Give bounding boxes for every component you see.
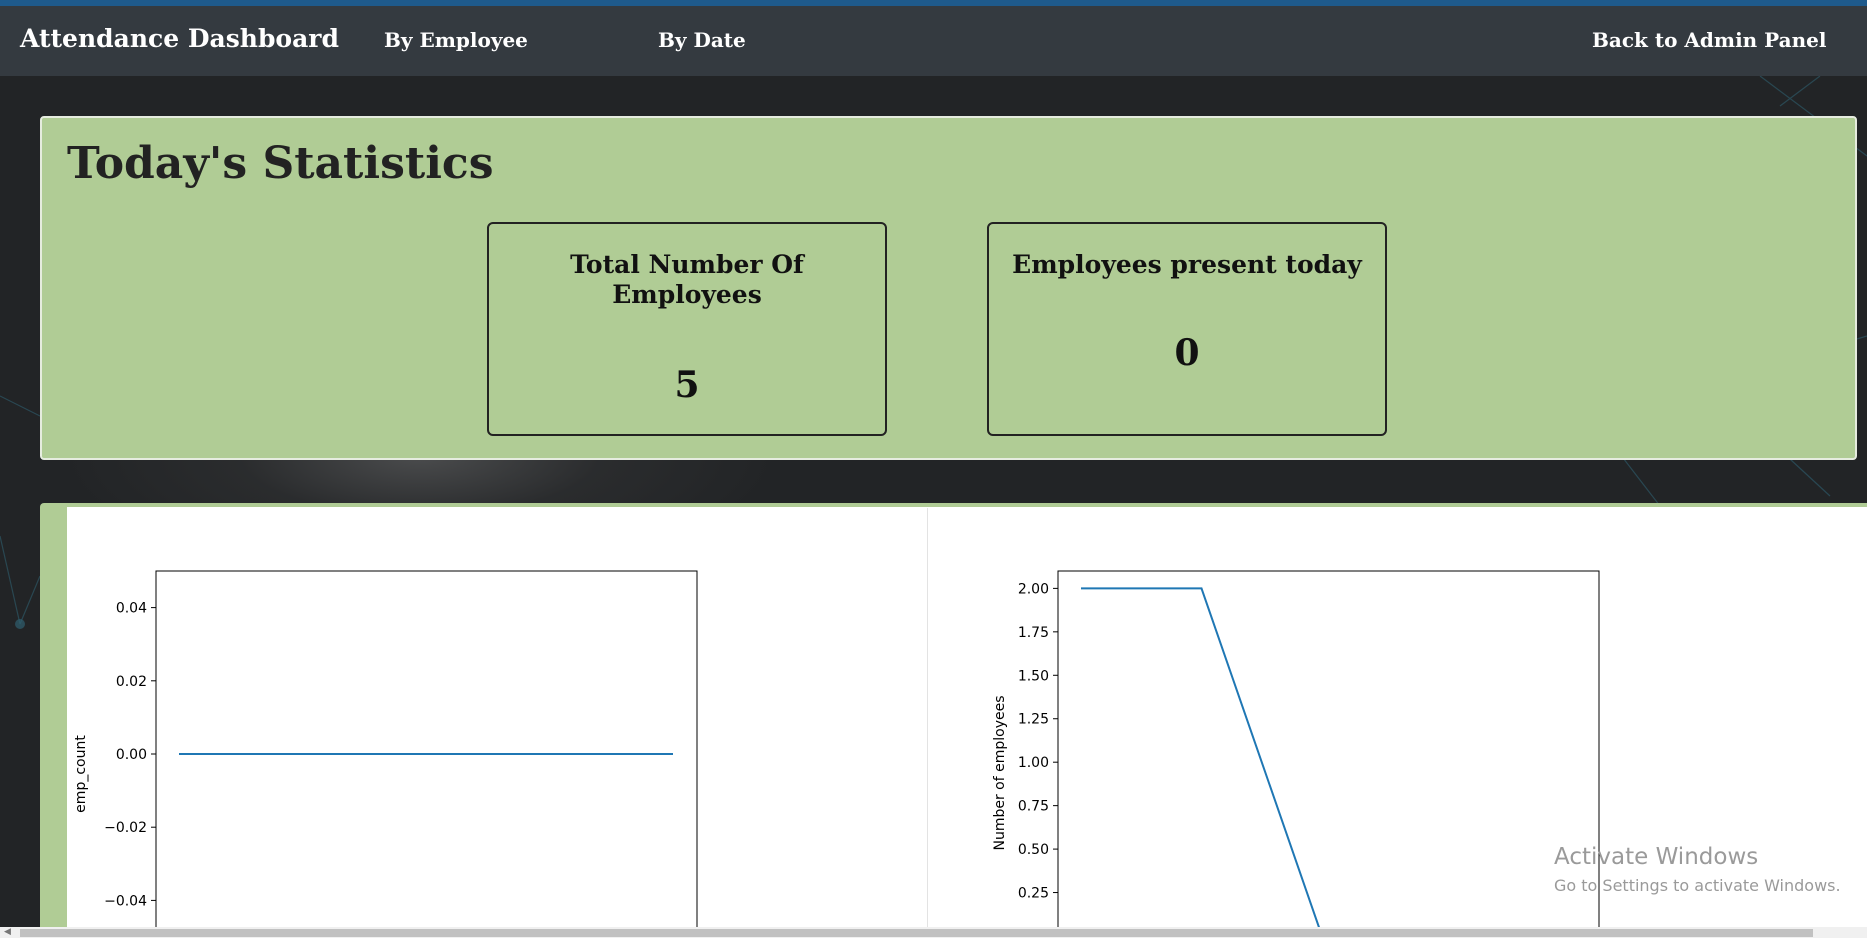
y-tick-label: 0.50 bbox=[1018, 842, 1049, 858]
present-today-title: Employees present today bbox=[999, 250, 1375, 280]
y-tick-label: 0.00 bbox=[116, 747, 147, 763]
y-tick-label: 1.75 bbox=[1018, 625, 1049, 641]
horizontal-scrollbar[interactable]: ◀ bbox=[0, 927, 1867, 938]
y-tick-label: 2.00 bbox=[1018, 581, 1049, 597]
y-axis-label: Number of employees bbox=[992, 695, 1008, 850]
series-line-0 bbox=[1081, 587, 1323, 937]
total-employees-title-line1: Total Number Of bbox=[570, 250, 804, 279]
emp-count-chart: 0.04 0.02 0.00 −0.02 −0.04 emp_count bbox=[73, 570, 698, 938]
total-employees-value: 5 bbox=[674, 364, 700, 406]
y-tick-label: −0.02 bbox=[104, 820, 147, 836]
y-tick-label: 0.04 bbox=[116, 601, 147, 617]
total-employees-card: Total Number Of Employees 5 bbox=[487, 222, 887, 436]
y-tick-label: 0.75 bbox=[1018, 799, 1049, 815]
todays-statistics-panel: Today's Statistics Total Number Of Emplo… bbox=[40, 116, 1857, 460]
present-today-title-line1: Employees present today bbox=[1012, 250, 1362, 279]
y-tick-label: 0.02 bbox=[116, 674, 147, 690]
y-tick-label: 1.00 bbox=[1018, 755, 1049, 771]
activate-windows-watermark: Activate Windows Go to Settings to activ… bbox=[1554, 844, 1841, 895]
plot-frame bbox=[1057, 570, 1600, 938]
nav-link-by-employee[interactable]: By Employee bbox=[384, 28, 528, 52]
watermark-subtitle: Go to Settings to activate Windows. bbox=[1554, 876, 1841, 895]
scroll-left-icon[interactable]: ◀ bbox=[4, 927, 11, 937]
employees-by-date-chart: 2.00 1.75 1.50 1.25 1.00 0.75 0.50 0.25 Number o… bbox=[992, 570, 1600, 938]
navbar: Attendance Dashboard By Employee By Date… bbox=[0, 6, 1867, 76]
y-tick-label: 1.25 bbox=[1018, 712, 1049, 728]
y-tick-label: 0.25 bbox=[1018, 886, 1049, 902]
present-today-card: Employees present today 0 bbox=[987, 222, 1387, 436]
y-axis-label: emp_count bbox=[73, 735, 89, 813]
charts-divider bbox=[927, 508, 928, 938]
watermark-title: Activate Windows bbox=[1554, 844, 1759, 870]
total-employees-title-line2: Employees bbox=[612, 280, 762, 309]
y-tick-label: 1.50 bbox=[1018, 668, 1049, 684]
present-today-value: 0 bbox=[1174, 332, 1200, 374]
scrollbar-thumb[interactable] bbox=[20, 929, 1813, 937]
brand-title[interactable]: Attendance Dashboard bbox=[20, 24, 339, 53]
nav-link-by-date[interactable]: By Date bbox=[658, 28, 746, 52]
back-to-admin-link[interactable]: Back to Admin Panel bbox=[1592, 28, 1827, 52]
stats-heading: Today's Statistics bbox=[67, 138, 494, 189]
y-tick-label: −0.04 bbox=[104, 893, 147, 909]
total-employees-title: Total Number Of Employees bbox=[499, 250, 875, 310]
